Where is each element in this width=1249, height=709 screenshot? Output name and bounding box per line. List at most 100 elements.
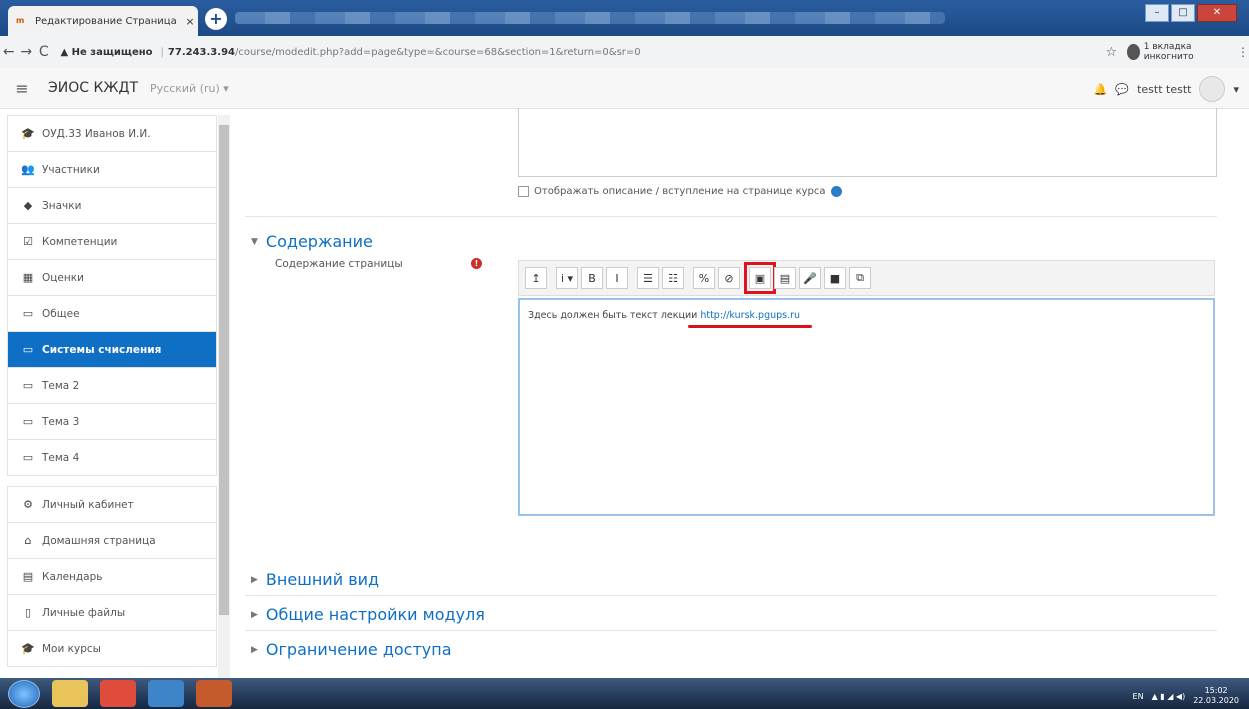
user-name[interactable]: testt testt <box>1137 83 1191 96</box>
user-menu-chevron-icon[interactable]: ▾ <box>1233 83 1239 96</box>
link-button[interactable]: % <box>693 267 715 289</box>
app-taskbar-icon[interactable] <box>148 680 184 707</box>
expand-triangle-icon: ▶ <box>251 644 258 655</box>
language-selector[interactable]: Русский (ru) ▾ <box>150 82 229 95</box>
sidebar-item-label: Календарь <box>42 570 103 583</box>
toolbar-group: ↥ <box>525 267 550 289</box>
sidebar-item[interactable]: ▭ Общее <box>7 296 217 332</box>
folder-icon: ▭ <box>22 307 34 320</box>
section-access-header[interactable]: ▶ Ограничение доступа <box>251 640 452 659</box>
sidebar-item[interactable]: ⌂ Домашняя страница <box>7 523 217 559</box>
sidebar-item[interactable]: ▭ Системы счисления <box>7 332 217 368</box>
insert-image-button[interactable]: ▣ <box>744 262 776 294</box>
chrome-taskbar-icon[interactable] <box>100 680 136 707</box>
main-content: Отображать описание / вступление на стра… <box>245 108 1245 678</box>
editor-link[interactable]: http://kursk.pgups.ru <box>700 310 800 321</box>
sidebar-scrollbar[interactable] <box>218 115 230 678</box>
explorer-taskbar-icon[interactable] <box>52 680 88 707</box>
unordered-list-button[interactable]: ☰ <box>637 267 659 289</box>
sidebar-item[interactable]: 👥 Участники <box>7 152 217 188</box>
tab-close-icon[interactable]: × <box>182 15 198 28</box>
os-taskbar: EN ▲ ▮ ◢ ◀) 15:02 22.03.2020 <box>0 678 1249 709</box>
avatar[interactable] <box>1199 76 1226 102</box>
bookmark-star-icon[interactable]: ☆ <box>1106 45 1118 60</box>
divider <box>245 630 1217 631</box>
sidebar-item-label: Тема 4 <box>42 451 80 464</box>
undo-button[interactable]: ↥ <box>525 267 547 289</box>
divider <box>245 216 1217 217</box>
graduation-cap-icon: 🎓 <box>21 642 35 655</box>
windows-logo-icon <box>8 679 40 708</box>
blurred-tab-strip <box>235 12 945 24</box>
unlink-button[interactable]: ⊘ <box>718 267 740 289</box>
sidebar-item[interactable]: 🎓 ОУД.33 Иванов И.И. <box>7 115 217 152</box>
keyboard-language[interactable]: EN <box>1133 692 1144 701</box>
sidebar-item-label: Тема 2 <box>42 379 80 392</box>
description-textarea[interactable] <box>518 108 1217 177</box>
bold-button[interactable]: B <box>581 267 603 289</box>
url-host: 77.243.3.94 <box>167 46 235 58</box>
start-button[interactable] <box>6 679 42 708</box>
section-module-settings-header[interactable]: ▶ Общие настройки модуля <box>251 605 485 624</box>
url-field[interactable]: ▲ Не защищено | 77.243.3.94 /course/mode… <box>61 41 1081 63</box>
messages-icon[interactable]: 💬 <box>1115 83 1129 96</box>
sidebar-item[interactable]: ▭ Тема 3 <box>7 404 217 440</box>
sidebar-item[interactable]: ▭ Тема 4 <box>7 440 217 476</box>
incognito-indicator[interactable]: 1 вкладка инкогнито <box>1127 42 1223 62</box>
browser-tab[interactable]: m Редактирование Страница × <box>8 6 198 36</box>
back-icon[interactable]: ← <box>0 44 18 60</box>
scrollbar-thumb[interactable] <box>219 125 229 615</box>
powerpoint-taskbar-icon[interactable] <box>196 680 232 707</box>
paragraph-style-button[interactable]: i ▾ <box>556 267 578 289</box>
sidebar-item[interactable]: ▤ Календарь <box>7 559 217 595</box>
close-window-button[interactable]: ✕ <box>1197 4 1237 22</box>
calendar-icon: ▤ <box>22 570 34 583</box>
sidebar-item[interactable]: ☑ Компетенции <box>7 224 217 260</box>
show-description-checkbox[interactable] <box>518 186 529 197</box>
folder-icon: ▭ <box>22 451 34 464</box>
forward-icon[interactable]: → <box>18 44 36 60</box>
sidebar-item[interactable]: ◆ Значки <box>7 188 217 224</box>
sidebar-item[interactable]: ▯ Личные файлы <box>7 595 217 631</box>
toolbar-group: % ⊘ <box>693 267 743 289</box>
tab-title: Редактирование Страница <box>35 15 177 27</box>
notifications-bell-icon[interactable]: 🔔 <box>1094 83 1108 96</box>
expand-triangle-icon: ▶ <box>251 609 258 620</box>
incognito-label: 1 вкладка инкогнито <box>1143 42 1194 62</box>
toolbar-group: ☰ ☷ <box>637 267 687 289</box>
ordered-list-button[interactable]: ☷ <box>662 267 684 289</box>
insert-media-button[interactable]: ▤ <box>774 267 796 289</box>
record-video-button[interactable]: ■ <box>824 267 846 289</box>
page-content-editor[interactable]: Здесь должен быть текст лекции http://ku… <box>518 298 1215 516</box>
record-audio-button[interactable]: 🎤 <box>799 267 821 289</box>
section-appearance-header[interactable]: ▶ Внешний вид <box>251 570 379 589</box>
sidebar-item-label: Участники <box>42 163 100 176</box>
section-content-header[interactable]: ▼ Содержание <box>251 232 373 251</box>
sidebar-item[interactable]: ▦ Оценки <box>7 260 217 296</box>
nav-drawer: 🎓 ОУД.33 Иванов И.И. 👥 Участники ◆ Значки ☑ Ком… <box>7 115 217 678</box>
editor-toolbar: ↥ i ▾ B I ☰ ☷% ⊘ ▣ ▤ 🎤 ■ ⧉ <box>518 260 1215 296</box>
dashboard-icon: ⚙ <box>23 498 33 511</box>
help-icon[interactable] <box>830 186 842 197</box>
badge-icon: ◆ <box>23 199 33 212</box>
sidebar-item[interactable]: ⚙ Личный кабинет <box>7 486 217 523</box>
maximize-button[interactable]: □ <box>1171 4 1195 22</box>
sidebar-item-label: Личные файлы <box>42 606 126 619</box>
new-tab-button[interactable]: + <box>205 8 227 30</box>
italic-button[interactable]: I <box>606 267 628 289</box>
network-icon[interactable]: ▲ ▮ ◢ ◀) <box>1152 692 1186 701</box>
site-brand[interactable]: ЭИОС КЖДТ <box>48 80 138 96</box>
reload-icon[interactable]: C <box>35 44 53 60</box>
manage-files-button[interactable]: ⧉ <box>849 267 871 289</box>
sidebar-item-label: Мои курсы <box>42 642 101 655</box>
page-content-label: Содержание страницы <box>275 258 403 270</box>
incognito-icon <box>1127 44 1140 60</box>
show-description-option[interactable]: Отображать описание / вступление на стра… <box>518 186 842 197</box>
sidebar-item[interactable]: ▭ Тема 2 <box>7 368 217 404</box>
minimize-button[interactable]: – <box>1145 4 1169 22</box>
clock-time: 15:02 <box>1204 686 1228 695</box>
browser-menu-icon[interactable]: ⋮ <box>1237 45 1249 59</box>
hamburger-menu-icon[interactable]: ≡ <box>10 79 34 98</box>
window-controls: – □ ✕ <box>1145 4 1237 22</box>
sidebar-item[interactable]: 🎓 Мои курсы <box>7 631 217 667</box>
